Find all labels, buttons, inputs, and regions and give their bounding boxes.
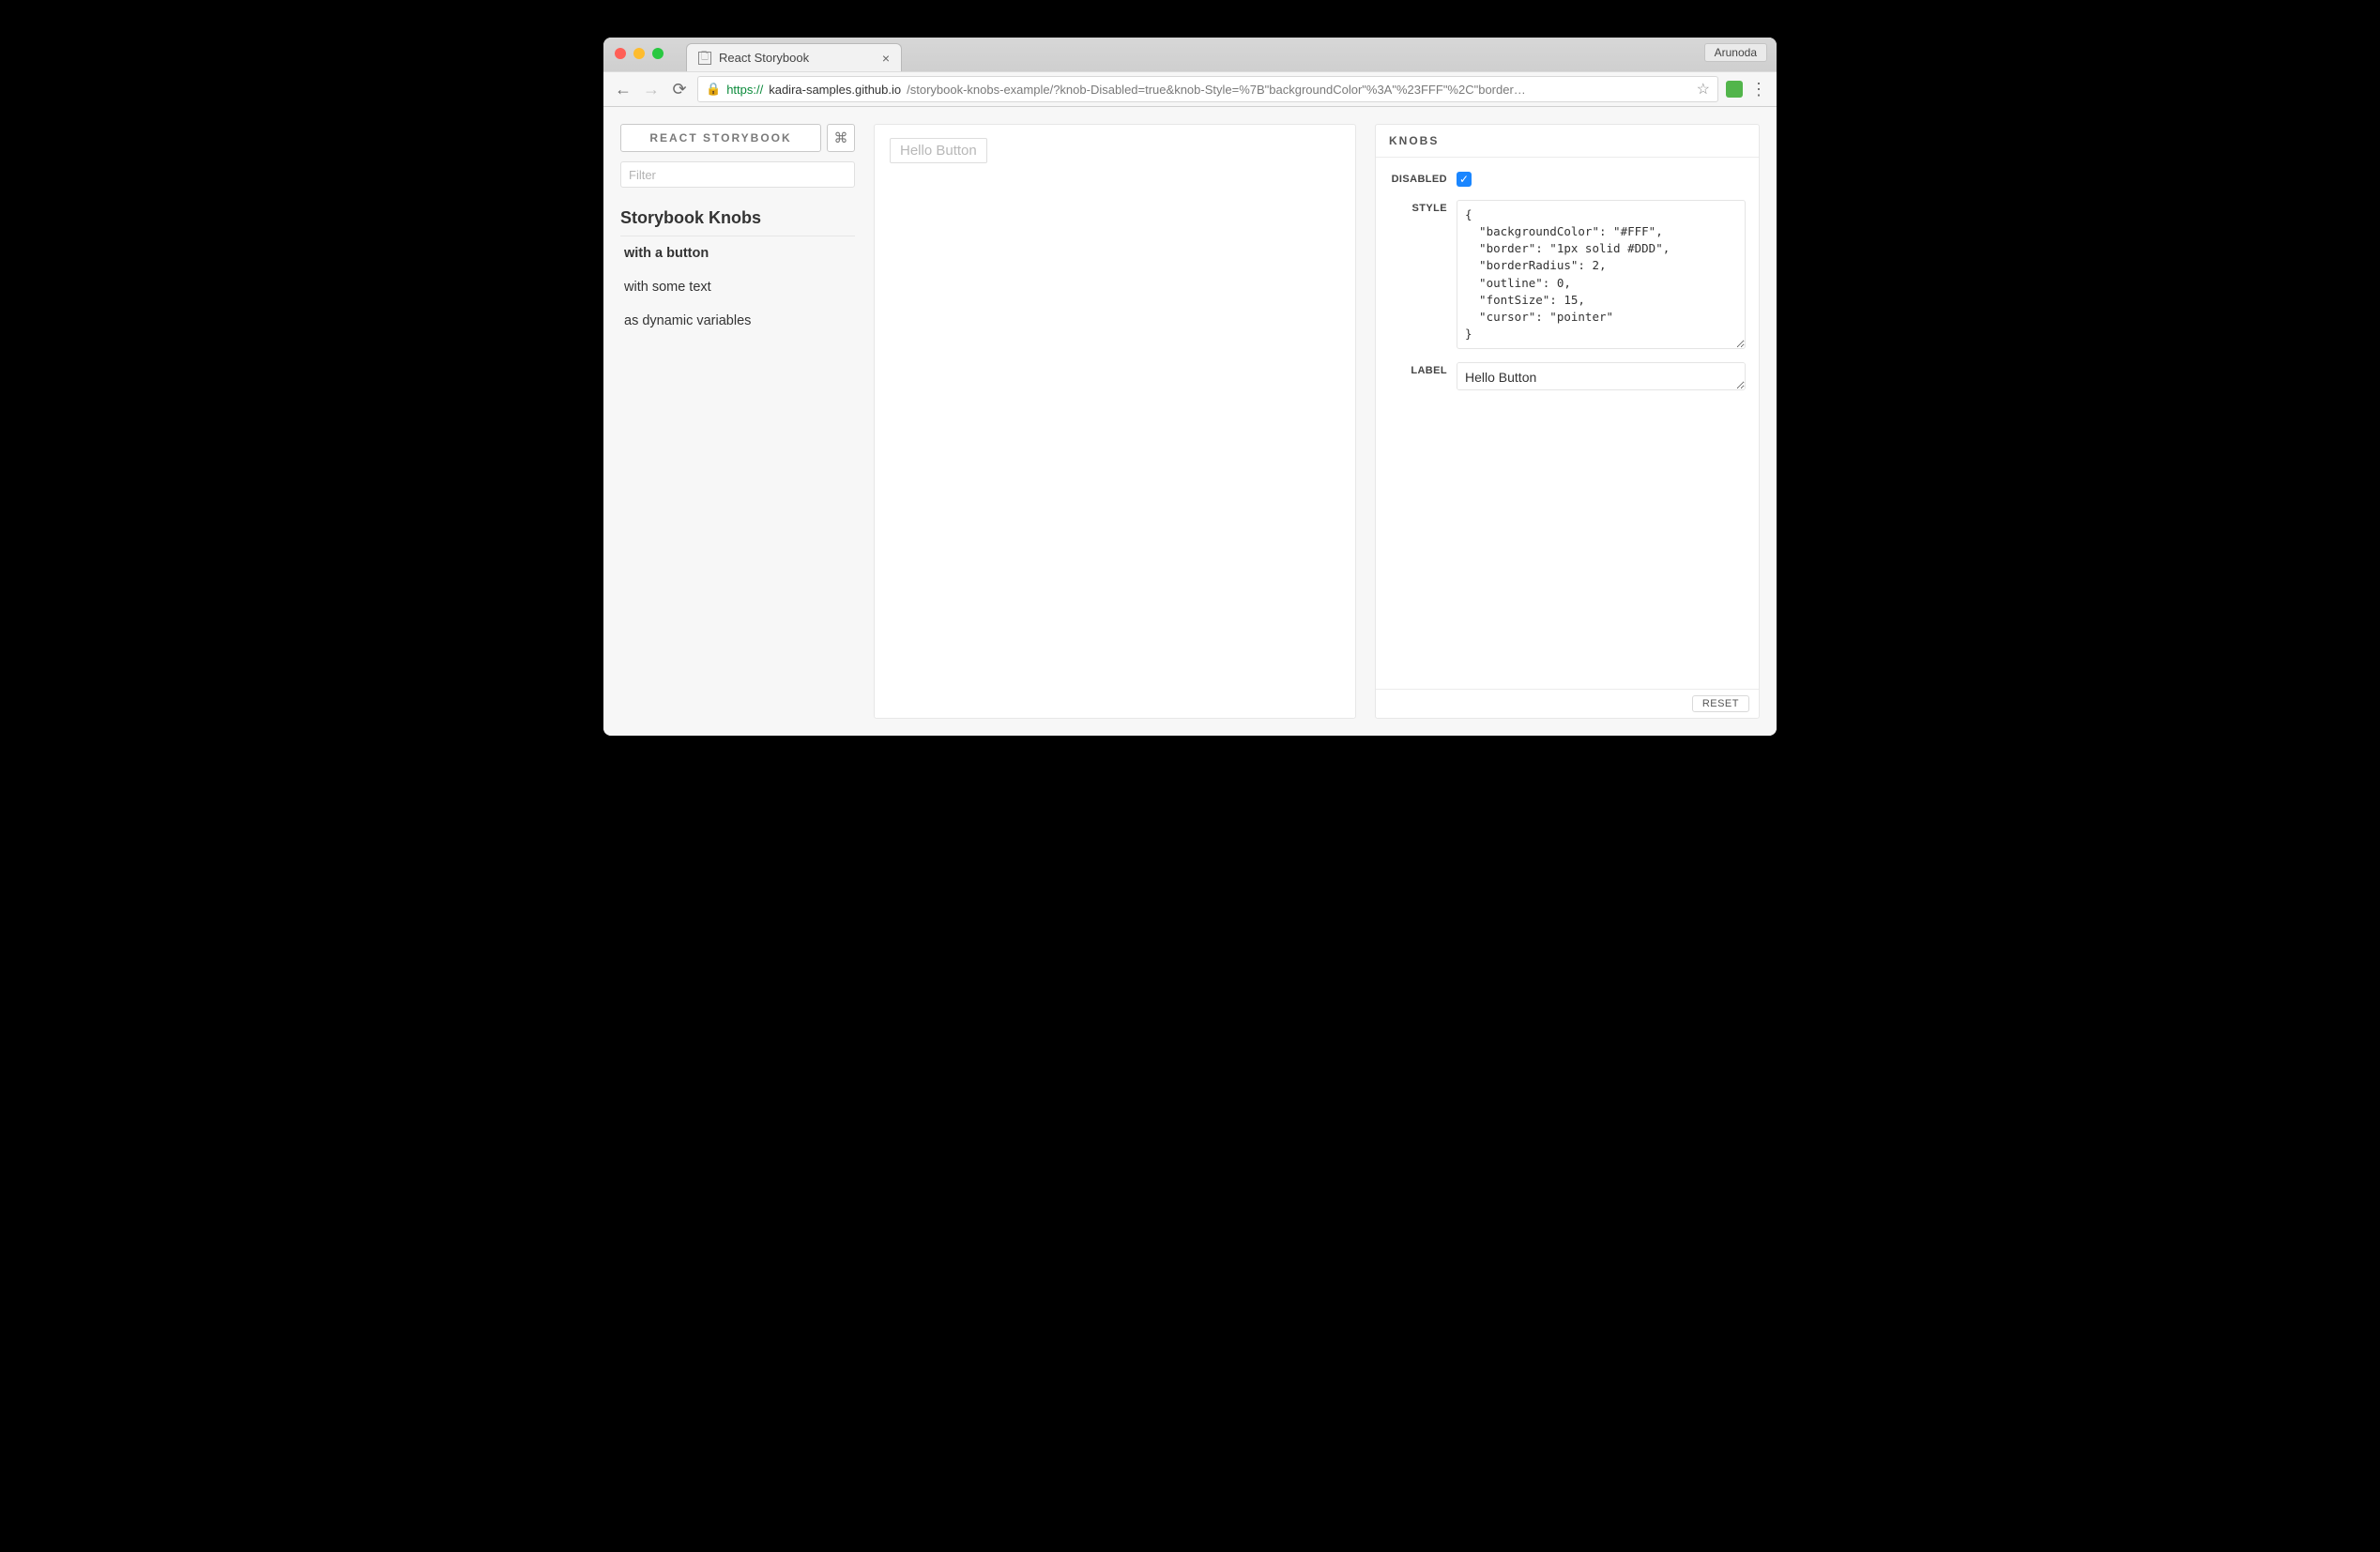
sidebar-story-as-dynamic-variables[interactable]: as dynamic variables bbox=[620, 304, 855, 338]
sidebar-story-with-some-text[interactable]: with some text bbox=[620, 270, 855, 304]
sidebar-shortcut-button[interactable]: ⌘ bbox=[827, 124, 855, 152]
address-bar[interactable]: 🔒 https:// kadira-samples.github.io/story… bbox=[697, 76, 1718, 102]
knobs-panel: KNOBS DISABLED ✓ STYLE LABEL RE bbox=[1375, 124, 1760, 719]
secure-lock-icon: 🔒 bbox=[706, 82, 721, 97]
storybook-sidebar: REACT STORYBOOK ⌘ Storybook Knobs with a… bbox=[620, 124, 855, 719]
sidebar-story-with-a-button[interactable]: with a button bbox=[620, 236, 855, 270]
knob-disabled-label: DISABLED bbox=[1389, 171, 1447, 185]
knob-label-label: LABEL bbox=[1389, 362, 1447, 376]
tab-close-icon[interactable]: × bbox=[882, 51, 890, 66]
window-close-icon[interactable] bbox=[615, 48, 626, 59]
nav-back-icon[interactable]: ← bbox=[613, 80, 633, 99]
knobs-reset-button[interactable]: RESET bbox=[1692, 695, 1749, 712]
page-favicon-icon: 🗋 bbox=[698, 52, 711, 65]
profile-chip[interactable]: Arunoda bbox=[1704, 43, 1767, 62]
knob-disabled-checkbox[interactable]: ✓ bbox=[1457, 172, 1472, 187]
sidebar-filter-input[interactable] bbox=[620, 161, 855, 188]
browser-tab[interactable]: 🗋 React Storybook × bbox=[686, 43, 902, 71]
browser-menu-icon[interactable]: ⋮ bbox=[1750, 80, 1767, 99]
tab-title: React Storybook bbox=[719, 51, 809, 65]
window-maximize-icon[interactable] bbox=[652, 48, 664, 59]
sidebar-group-title: Storybook Knobs bbox=[620, 208, 855, 236]
bookmark-star-icon[interactable]: ☆ bbox=[1697, 80, 1710, 99]
browser-toolbar: ← → ⟳ 🔒 https:// kadira-samples.github.io… bbox=[603, 71, 1777, 107]
traffic-lights bbox=[615, 48, 664, 59]
preview-hello-button[interactable]: Hello Button bbox=[890, 138, 987, 163]
nav-reload-icon[interactable]: ⟳ bbox=[669, 80, 690, 99]
window-minimize-icon[interactable] bbox=[633, 48, 645, 59]
knob-label-textarea[interactable] bbox=[1457, 362, 1746, 390]
url-host: kadira-samples.github.io bbox=[769, 83, 901, 97]
sidebar-brand-button[interactable]: REACT STORYBOOK bbox=[620, 124, 821, 152]
url-scheme: https:// bbox=[726, 83, 763, 97]
browser-window: 🗋 React Storybook × Arunoda ← → ⟳ 🔒 http… bbox=[603, 38, 1777, 736]
knobs-panel-title: KNOBS bbox=[1376, 125, 1759, 158]
url-path: /storybook-knobs-example/?knob-Disabled=… bbox=[907, 83, 1526, 97]
knob-style-textarea[interactable] bbox=[1457, 200, 1746, 349]
knob-style-label: STYLE bbox=[1389, 200, 1447, 214]
preview-panel: Hello Button bbox=[874, 124, 1356, 719]
storybook-app: REACT STORYBOOK ⌘ Storybook Knobs with a… bbox=[603, 107, 1777, 736]
tab-bar: 🗋 React Storybook × Arunoda bbox=[603, 38, 1777, 71]
nav-forward-icon: → bbox=[641, 80, 662, 99]
extension-icon[interactable] bbox=[1726, 81, 1743, 98]
